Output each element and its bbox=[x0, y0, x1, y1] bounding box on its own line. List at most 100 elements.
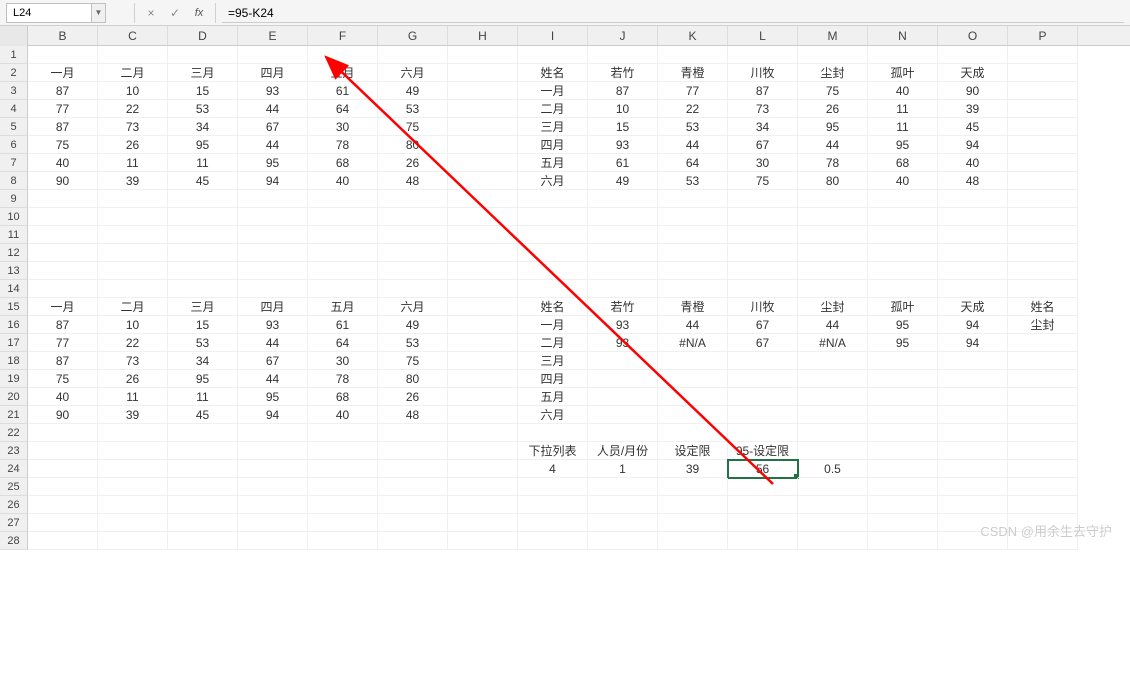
row-header[interactable]: 1 bbox=[0, 46, 28, 64]
cell[interactable] bbox=[98, 460, 168, 478]
cell[interactable] bbox=[448, 46, 518, 64]
cell[interactable] bbox=[448, 532, 518, 550]
column-header[interactable]: F bbox=[308, 26, 378, 45]
cell[interactable]: 93 bbox=[588, 136, 658, 154]
cell[interactable] bbox=[168, 496, 238, 514]
cell[interactable] bbox=[938, 424, 1008, 442]
cell[interactable] bbox=[1008, 460, 1078, 478]
cell[interactable] bbox=[1008, 208, 1078, 226]
cell[interactable]: 95-设定限 bbox=[728, 442, 798, 460]
cell[interactable] bbox=[448, 280, 518, 298]
cell[interactable] bbox=[938, 208, 1008, 226]
cell[interactable] bbox=[448, 100, 518, 118]
cell[interactable]: 尘封 bbox=[1008, 316, 1078, 334]
row-header[interactable]: 3 bbox=[0, 82, 28, 100]
cell[interactable]: 三月 bbox=[518, 352, 588, 370]
cell[interactable]: 87 bbox=[728, 82, 798, 100]
cell[interactable]: 34 bbox=[728, 118, 798, 136]
cell[interactable] bbox=[588, 208, 658, 226]
cell[interactable] bbox=[518, 46, 588, 64]
cell[interactable] bbox=[1008, 280, 1078, 298]
row-header[interactable]: 23 bbox=[0, 442, 28, 460]
cell[interactable]: 94 bbox=[938, 136, 1008, 154]
cell[interactable] bbox=[938, 352, 1008, 370]
cell[interactable] bbox=[1008, 82, 1078, 100]
cell[interactable] bbox=[98, 442, 168, 460]
cell[interactable] bbox=[448, 406, 518, 424]
cell[interactable] bbox=[238, 514, 308, 532]
cell[interactable] bbox=[448, 298, 518, 316]
cell[interactable]: 44 bbox=[798, 316, 868, 334]
cell[interactable] bbox=[448, 208, 518, 226]
cell[interactable]: 4 bbox=[518, 460, 588, 478]
cell[interactable] bbox=[1008, 226, 1078, 244]
cell[interactable]: 六月 bbox=[378, 298, 448, 316]
cell[interactable] bbox=[168, 244, 238, 262]
cell[interactable]: 49 bbox=[588, 172, 658, 190]
cell[interactable] bbox=[798, 262, 868, 280]
column-header[interactable]: B bbox=[28, 26, 98, 45]
cell[interactable]: 二月 bbox=[518, 334, 588, 352]
cell[interactable] bbox=[938, 46, 1008, 64]
cell[interactable] bbox=[308, 424, 378, 442]
cell[interactable]: 44 bbox=[238, 136, 308, 154]
cell[interactable]: 95 bbox=[168, 136, 238, 154]
cell[interactable]: 80 bbox=[378, 136, 448, 154]
cell[interactable] bbox=[168, 226, 238, 244]
cell[interactable] bbox=[728, 496, 798, 514]
row-header[interactable]: 22 bbox=[0, 424, 28, 442]
cell[interactable] bbox=[588, 46, 658, 64]
cell[interactable] bbox=[588, 388, 658, 406]
column-header[interactable]: L bbox=[728, 26, 798, 45]
cell[interactable]: 67 bbox=[728, 316, 798, 334]
cell[interactable] bbox=[448, 514, 518, 532]
cell[interactable] bbox=[518, 478, 588, 496]
cell[interactable]: 22 bbox=[98, 100, 168, 118]
cell[interactable]: 94 bbox=[238, 406, 308, 424]
cell[interactable] bbox=[728, 280, 798, 298]
cell[interactable]: 44 bbox=[238, 334, 308, 352]
cell[interactable] bbox=[1008, 478, 1078, 496]
cell[interactable] bbox=[98, 190, 168, 208]
cell[interactable]: 40 bbox=[28, 388, 98, 406]
cell[interactable]: 26 bbox=[378, 388, 448, 406]
cell[interactable] bbox=[798, 424, 868, 442]
cell[interactable]: 40 bbox=[308, 406, 378, 424]
cell[interactable] bbox=[658, 478, 728, 496]
cell[interactable]: 78 bbox=[308, 136, 378, 154]
cell[interactable] bbox=[588, 514, 658, 532]
cell[interactable]: 一月 bbox=[518, 82, 588, 100]
cell[interactable] bbox=[728, 424, 798, 442]
cell[interactable] bbox=[238, 190, 308, 208]
column-header[interactable]: K bbox=[658, 26, 728, 45]
cell[interactable]: 15 bbox=[168, 82, 238, 100]
cell[interactable] bbox=[518, 496, 588, 514]
cell[interactable]: 44 bbox=[238, 370, 308, 388]
cell[interactable] bbox=[938, 388, 1008, 406]
cell[interactable] bbox=[378, 190, 448, 208]
cell[interactable] bbox=[238, 424, 308, 442]
cell[interactable]: 75 bbox=[28, 370, 98, 388]
cell[interactable]: 53 bbox=[168, 334, 238, 352]
cell[interactable]: 93 bbox=[588, 334, 658, 352]
cell[interactable]: 一月 bbox=[28, 298, 98, 316]
row-header[interactable]: 13 bbox=[0, 262, 28, 280]
select-all-corner[interactable] bbox=[0, 26, 28, 46]
cell[interactable] bbox=[518, 280, 588, 298]
formula-input[interactable]: =95-K24 bbox=[222, 3, 1124, 23]
cell[interactable]: 一月 bbox=[28, 64, 98, 82]
cell[interactable]: 六月 bbox=[518, 406, 588, 424]
cell[interactable] bbox=[518, 190, 588, 208]
cell[interactable]: 四月 bbox=[518, 370, 588, 388]
cell[interactable] bbox=[378, 46, 448, 64]
row-header[interactable]: 9 bbox=[0, 190, 28, 208]
row-header[interactable]: 6 bbox=[0, 136, 28, 154]
cell[interactable]: 64 bbox=[308, 100, 378, 118]
cell[interactable] bbox=[518, 514, 588, 532]
cell[interactable] bbox=[448, 136, 518, 154]
name-box-dropdown-icon[interactable]: ▼ bbox=[92, 3, 106, 23]
cell[interactable]: 95 bbox=[238, 154, 308, 172]
cell[interactable] bbox=[98, 46, 168, 64]
cell[interactable] bbox=[518, 226, 588, 244]
row-header[interactable]: 12 bbox=[0, 244, 28, 262]
